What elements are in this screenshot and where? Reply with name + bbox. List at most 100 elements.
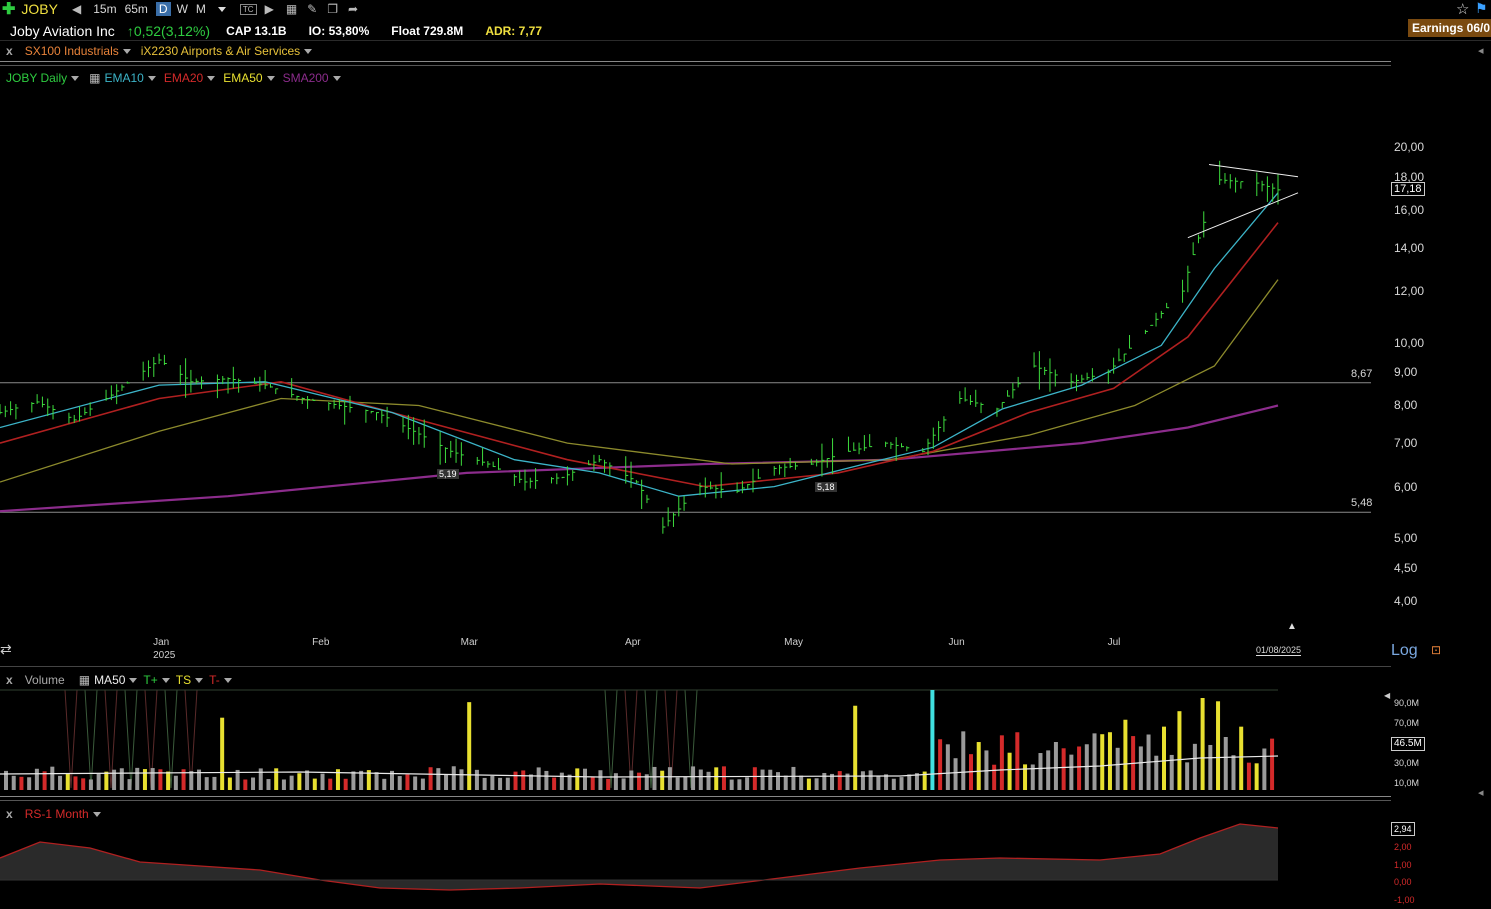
volume-bar xyxy=(398,776,402,790)
flag-icon[interactable]: ⚑ xyxy=(1475,0,1488,17)
volume-bar xyxy=(166,772,170,790)
time-tick-label: Jul xyxy=(1108,636,1121,649)
add-symbol-icon[interactable]: ✚ xyxy=(2,0,15,19)
volume-bar xyxy=(699,770,703,790)
t-plus-selector[interactable]: T+ xyxy=(143,673,169,687)
volume-table-icon[interactable]: ▦ xyxy=(79,673,90,687)
ticker-symbol[interactable]: JOBY xyxy=(21,1,58,17)
video-icon[interactable]: ▶ xyxy=(265,2,274,16)
volume-bar xyxy=(351,771,355,790)
ema10-label: EMA10 xyxy=(104,71,143,85)
volume-bar xyxy=(459,769,463,790)
volume-bar xyxy=(1015,732,1019,790)
volume-bar xyxy=(521,770,525,790)
volume-bar xyxy=(606,779,610,790)
price-chart[interactable] xyxy=(0,85,1491,665)
pencil-icon[interactable]: ✎ xyxy=(307,2,317,16)
price-tick-label: 16,00 xyxy=(1394,203,1424,217)
close-rs-button[interactable]: x xyxy=(6,807,13,821)
sma200-selector[interactable]: SMA200 xyxy=(283,71,341,85)
volume-bar xyxy=(382,779,386,790)
volume-bar xyxy=(452,766,456,790)
volume-bar xyxy=(151,768,155,790)
volume-bar xyxy=(907,774,911,790)
volume-bar xyxy=(560,773,564,790)
close-volume-button[interactable]: x xyxy=(6,673,13,687)
interval-daily[interactable]: D xyxy=(156,2,171,16)
earnings-badge[interactable]: Earnings 06/0 xyxy=(1408,19,1491,37)
volume-bar xyxy=(1123,720,1127,790)
date-marker-icon: ▲ xyxy=(1287,621,1297,632)
share-icon[interactable]: ➦ xyxy=(348,2,358,16)
volume-bar xyxy=(737,779,741,790)
time-tick-label: Apr xyxy=(625,636,641,649)
volume-tick: 30,0M xyxy=(1394,753,1419,773)
ema10-selector[interactable]: EMA10 xyxy=(104,71,155,85)
volume-bar xyxy=(900,777,904,790)
volume-bar xyxy=(19,777,23,790)
volume-bar xyxy=(822,773,826,790)
rs-chart[interactable] xyxy=(0,820,1391,908)
volume-bar xyxy=(1062,748,1066,790)
volume-bar xyxy=(104,772,108,790)
volume-bar xyxy=(475,770,479,790)
volume-bar xyxy=(174,776,178,790)
collapse-icon[interactable]: ◂ xyxy=(1478,786,1484,799)
float-value: Float 729.8M xyxy=(391,24,463,38)
chart-type-icon[interactable]: TC xyxy=(240,4,257,15)
log-scale-toggle[interactable]: Log xyxy=(1391,642,1418,660)
volume-bar xyxy=(12,776,16,790)
volume-bar xyxy=(583,769,587,790)
volume-bar xyxy=(745,777,749,790)
volume-bar xyxy=(483,778,487,790)
rs-selector[interactable]: RS-1 Month xyxy=(25,807,101,821)
time-tick-label: Jan 2025 xyxy=(153,636,175,662)
volume-bar xyxy=(1000,735,1004,790)
volume-bar xyxy=(498,778,502,790)
volume-ma-selector[interactable]: MA50 xyxy=(94,673,137,687)
interval-dropdown-icon[interactable] xyxy=(214,2,226,16)
ema50-selector[interactable]: EMA50 xyxy=(223,71,274,85)
time-tick-label: Feb xyxy=(312,636,329,649)
industry-group[interactable]: iX2230 Airports & Air Services xyxy=(141,44,312,58)
volume-bar xyxy=(838,771,842,790)
volume-bar xyxy=(1208,745,1212,790)
volume-bar xyxy=(313,779,317,790)
collapse-icon[interactable]: ◂ xyxy=(1478,44,1484,57)
megaphone-icon[interactable]: ◀ xyxy=(72,2,81,16)
close-groups-button[interactable]: x xyxy=(6,44,13,58)
t-minus-selector[interactable]: T- xyxy=(209,673,232,687)
grid-icon[interactable]: ▦ xyxy=(286,2,297,16)
interval-weekly[interactable]: W xyxy=(177,2,188,16)
volume-bar xyxy=(614,773,618,790)
volume-bar xyxy=(1100,734,1104,790)
volume-bar xyxy=(961,731,965,790)
indicator-table-icon[interactable]: ▦ xyxy=(89,71,100,85)
price-tick-label: 4,50 xyxy=(1394,561,1417,575)
volume-bar xyxy=(436,768,440,790)
series-selector[interactable]: JOBY Daily xyxy=(6,71,79,85)
volume-current-label: 46.5M xyxy=(1391,737,1425,751)
volume-tick: 90,0M xyxy=(1394,693,1419,713)
notes-icon[interactable]: ❐ xyxy=(327,2,338,16)
interval-15m[interactable]: 15m xyxy=(93,2,116,16)
t-plus-label: T+ xyxy=(143,673,157,687)
volume-bar xyxy=(1139,746,1143,790)
volume-bar xyxy=(861,771,865,790)
star-icon[interactable]: ☆ xyxy=(1456,0,1469,18)
volume-bar xyxy=(1247,763,1251,790)
fit-chart-icon[interactable]: ⇄ xyxy=(0,641,12,658)
interval-monthly[interactable]: M xyxy=(196,2,206,16)
ts-selector[interactable]: TS xyxy=(176,673,203,687)
industry-label: iX2230 Airports & Air Services xyxy=(141,44,300,58)
volume-chart[interactable] xyxy=(0,688,1391,792)
ema20-selector[interactable]: EMA20 xyxy=(164,71,215,85)
interval-65m[interactable]: 65m xyxy=(125,2,148,16)
volume-bar xyxy=(228,778,232,790)
sector-group[interactable]: SX100 Industrials xyxy=(25,44,131,58)
hline-low-label: 5,48 xyxy=(1351,497,1372,509)
volume-bar xyxy=(1231,755,1235,790)
volume-bar xyxy=(892,779,896,790)
lock-icon[interactable]: ⊡ xyxy=(1431,643,1441,657)
price-tick-label: 9,00 xyxy=(1394,365,1417,379)
